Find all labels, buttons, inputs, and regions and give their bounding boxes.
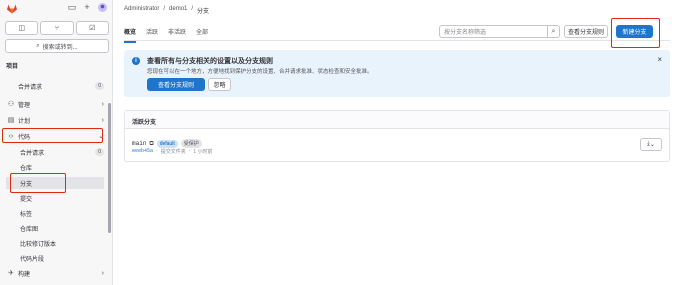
sidebar-item-commits[interactable]: 提交 (6, 192, 104, 204)
breadcrumb-item-administrator[interactable]: Administrator (124, 6, 159, 15)
highlight-box-code (2, 128, 103, 143)
sidebar-item-snippets[interactable]: 代码片段 (6, 252, 104, 264)
search-icon: ⌕ (36, 42, 40, 49)
sidebar-item-tags[interactable]: 标签 (6, 207, 104, 219)
users-icon: ⚇ (7, 101, 15, 108)
sidebar-button-row: ◫ ⑂ ☑ (5, 21, 109, 35)
default-badge: default (156, 139, 178, 148)
gitlab-logo-icon[interactable] (6, 3, 18, 14)
merge-requests-button[interactable]: ⑂ (40, 21, 74, 35)
sidebar-item-plan[interactable]: ▤ 计划 › (6, 114, 104, 126)
count-badge: 0 (95, 148, 104, 156)
plus-icon[interactable]: + (82, 2, 92, 12)
breadcrumb: Administrator / demo1 / 分支 (124, 6, 209, 15)
issues-button[interactable]: ◫ (5, 21, 39, 35)
chevron-right-icon: › (101, 269, 104, 277)
sidebar-search-button[interactable]: ⌕ 搜索或转到... (5, 39, 109, 53)
commit-separator: · (188, 148, 191, 154)
highlight-box-new-branch (611, 18, 660, 48)
alert-description: 您现在可以在一个地方，方便地找到保护分支的设置、合并请求批准、状态检查和安全批准… (147, 69, 373, 75)
main-content: Administrator / demo1 / 分支 概览 活跃 非活跃 全部 … (113, 0, 680, 285)
alert-dismiss-button[interactable]: 忽略 (208, 78, 231, 91)
alert-view-rules-button[interactable]: 查看分支规则 (147, 78, 205, 91)
breadcrumb-item-demo1[interactable]: demo1 (169, 6, 187, 15)
tab-divider (124, 40, 670, 41)
sidebar-item-build[interactable]: ✈ 构建 › (6, 267, 104, 279)
branch-row: main ⧉ default 受保护 (132, 139, 202, 148)
sidebar-top: ▭ + (0, 0, 113, 18)
branch-filter-input[interactable]: 按分支名称筛选 ⌕ (439, 25, 560, 38)
sidebar-item-repository-graph[interactable]: 仓库图 (6, 222, 104, 234)
close-icon[interactable]: × (657, 55, 662, 64)
issues-icon: ◫ (18, 25, 25, 32)
sidebar-search-label: 搜索或转到... (42, 44, 78, 51)
commit-message[interactable]: 提交文件夹 (161, 148, 186, 155)
merge-request-icon: ⑂ (54, 24, 60, 32)
sidebar-item-compare-revisions[interactable]: 比较修订版本 (6, 237, 104, 249)
chevron-right-icon: › (101, 100, 104, 108)
panel-title: 活跃分支 (125, 111, 669, 129)
sidebar-item-merge-requests-pinned[interactable]: 合并请求 0 (6, 80, 104, 92)
plan-icon: ▤ (7, 117, 15, 124)
count-badge: 0 (95, 82, 104, 90)
chevron-right-icon: › (101, 116, 104, 124)
avatar[interactable] (97, 2, 107, 12)
breadcrumb-separator: / (163, 6, 166, 12)
sidebar-scrollbar[interactable] (108, 103, 111, 233)
view-branch-rules-button[interactable]: 查看分支规则 (564, 25, 608, 38)
chevron-down-icon: ⌄ (649, 142, 655, 148)
branch-name[interactable]: main (132, 140, 146, 147)
todos-button[interactable]: ☑ (75, 21, 109, 35)
branch-rules-alert: i 查看所有与分支相关的设置以及分支规则 您现在可以在一个地方，方便地找到保护分… (124, 50, 670, 97)
filter-placeholder: 按分支名称筛选 (444, 30, 487, 36)
breadcrumb-separator: / (191, 6, 194, 12)
sidebar-section-title: 项目 (6, 64, 19, 70)
alert-title: 查看所有与分支相关的设置以及分支规则 (147, 58, 273, 65)
highlight-box-branches (10, 173, 66, 193)
copy-icon[interactable]: ⧉ (149, 140, 153, 148)
commit-time: 1 小时前 (193, 149, 213, 155)
sidebar-item-manage[interactable]: ⚇ 管理 › (6, 98, 104, 110)
download-dropdown-button[interactable]: ⤓ ⌄ (640, 138, 662, 151)
breadcrumb-current: 分支 (197, 9, 210, 15)
active-branches-panel: 活跃分支 main ⧉ default 受保护 eeeb45a · 提交文件夹 … (124, 110, 670, 162)
sidebar: ▭ + ◫ ⑂ ☑ ⌕ 搜索或转到... 项目 合并请求 0 ⚇ 管理 › ▤ … (0, 0, 113, 285)
todo-icon: ☑ (89, 25, 96, 32)
rocket-icon: ✈ (8, 270, 14, 277)
sidebar-item-repository[interactable]: 仓库 (6, 161, 104, 173)
branch-commit-info: eeeb45a · 提交文件夹 · 1 小时前 (132, 148, 213, 155)
sidebar-toggle-icon[interactable]: ▭ (67, 2, 77, 12)
commit-sha[interactable]: eeeb45a (132, 148, 153, 155)
protected-badge: 受保护 (180, 139, 202, 148)
commit-separator: · (156, 148, 158, 154)
search-icon[interactable]: ⌕ (547, 26, 559, 37)
info-icon: i (132, 57, 140, 65)
app-window: ▭ + ◫ ⑂ ☑ ⌕ 搜索或转到... 项目 合并请求 0 ⚇ 管理 › ▤ … (0, 0, 680, 285)
sidebar-item-code-merge-requests[interactable]: 合并请求 0 (6, 146, 104, 158)
